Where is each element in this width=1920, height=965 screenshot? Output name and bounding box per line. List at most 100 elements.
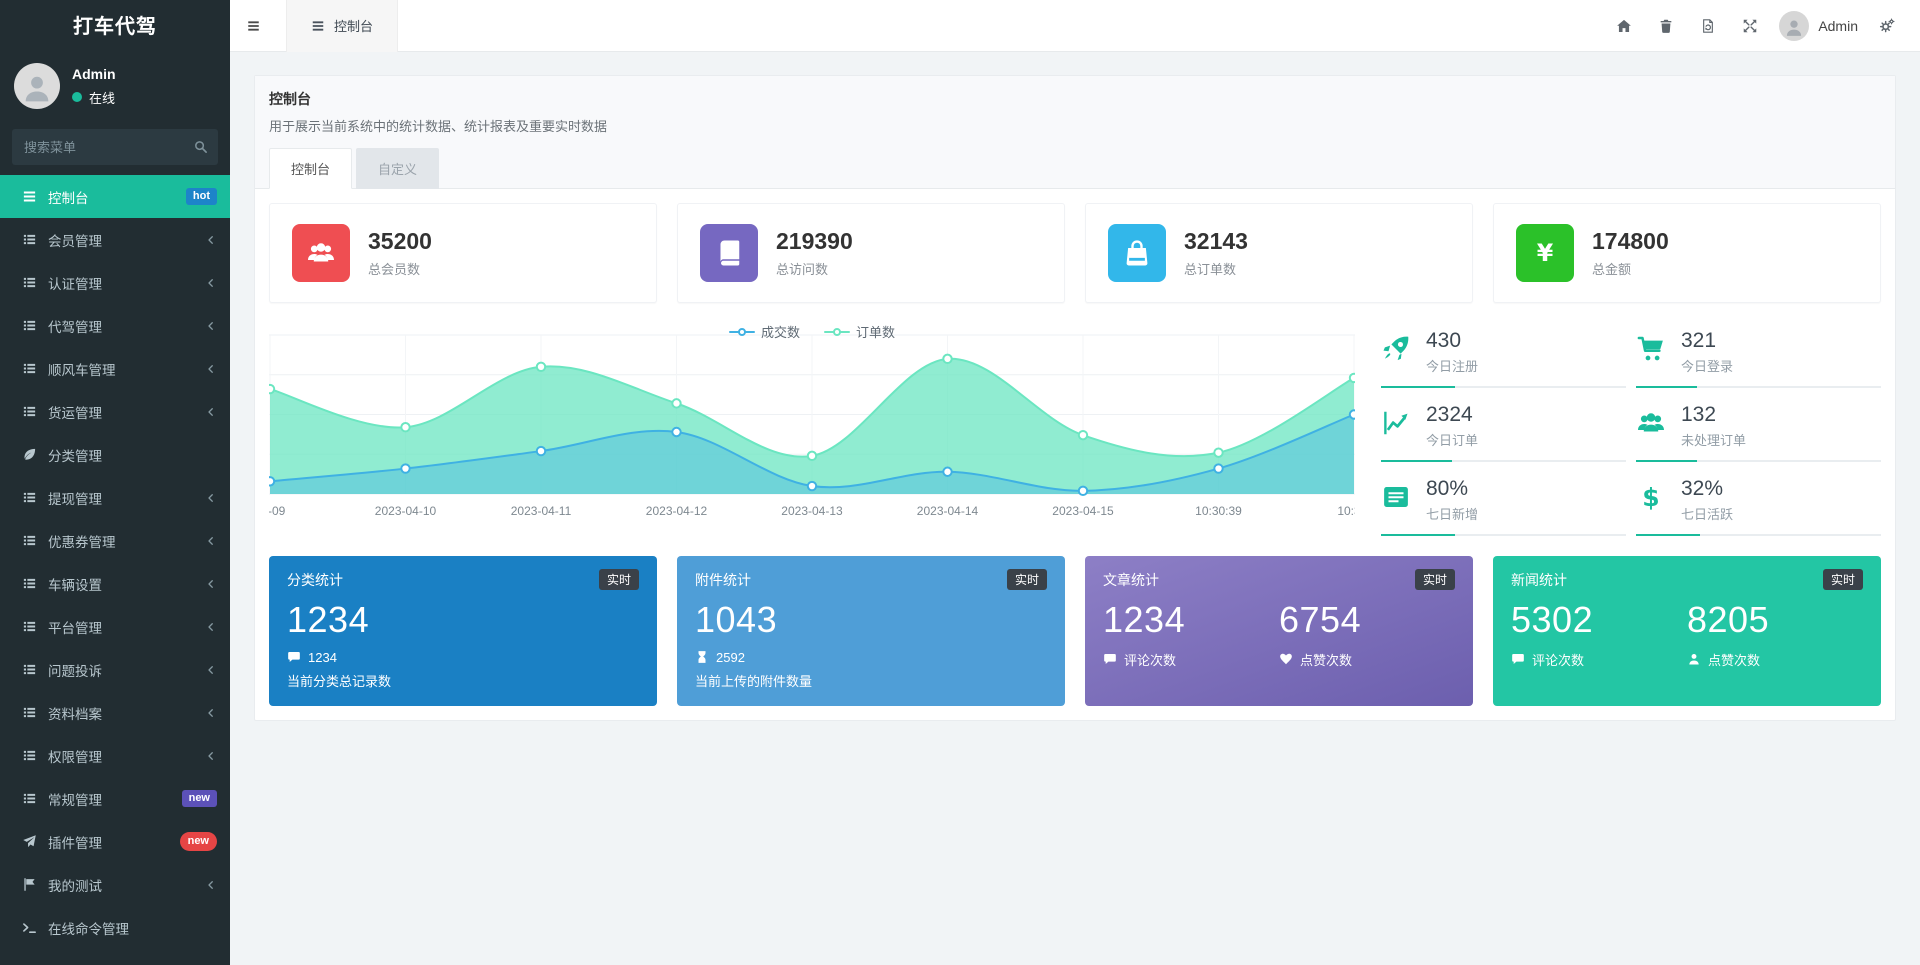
sidebar-item[interactable]: 在线命令管理 — [0, 906, 230, 949]
panel-body: 35200 总会员数 219390 总访问数 32143 总订单数 ¥ 1748… — [255, 189, 1895, 720]
stat-label: 总金额 — [1592, 259, 1669, 278]
list-icon — [22, 275, 37, 290]
svg-text:10:30:39: 10:30:39 — [1195, 504, 1242, 518]
summary-value: 1234 — [287, 599, 639, 640]
stat-tile: ¥ — [1516, 224, 1574, 282]
sidebar-item[interactable]: 会员管理 — [0, 218, 230, 261]
home-icon — [1616, 18, 1632, 34]
summary-metric-label: 1234 — [308, 650, 337, 665]
page-title: 控制台 — [269, 89, 1881, 109]
book-icon — [714, 238, 744, 268]
legend-label: 成交数 — [761, 322, 800, 341]
orders-chart[interactable]: 成交数 订单数 04-092023-04-102023-04-112023-04… — [269, 321, 1355, 527]
sidebar-item[interactable]: 权限管理 — [0, 734, 230, 777]
quick-stats-grid: 430 今日注册 321 今日登录 2324 今日订单 132 未处理订单 80… — [1381, 321, 1881, 536]
summary-value: 1234 — [1103, 599, 1279, 640]
chevron-left-icon — [205, 535, 217, 547]
summary-card-title: 新闻统计 — [1511, 570, 1567, 590]
quick-stat-value: 430 — [1426, 329, 1478, 352]
trash-button[interactable] — [1645, 0, 1687, 52]
page-subtitle: 用于展示当前系统中的统计数据、统计报表及重要实时数据 — [269, 116, 1881, 135]
svg-text:2023-04-12: 2023-04-12 — [646, 504, 708, 518]
sidebar-item[interactable]: 顺风车管理 — [0, 347, 230, 390]
svg-text:2023-04-10: 2023-04-10 — [375, 504, 437, 518]
sidebar-item[interactable]: 平台管理 — [0, 605, 230, 648]
comment-icon — [1511, 652, 1525, 666]
stat-label: 总访问数 — [776, 259, 853, 278]
realtime-badge: 实时 — [1415, 569, 1455, 590]
sidebar-item[interactable]: 插件管理new — [0, 820, 230, 863]
quick-stat-value: 32% — [1681, 477, 1733, 500]
sidebar-item-label: 代驾管理 — [48, 316, 205, 336]
summary-metric-label: 点赞次数 — [1300, 650, 1352, 669]
avatar — [1779, 11, 1809, 41]
svg-text:¥: ¥ — [1537, 239, 1554, 267]
topbar-user[interactable]: Admin — [1779, 11, 1858, 41]
quick-stat-label: 今日订单 — [1426, 430, 1478, 449]
summary-card: 分类统计 实时 1234 1234当前分类总记录数 — [269, 556, 657, 706]
tab-custom[interactable]: 自定义 — [356, 148, 439, 189]
summary-card: 附件统计 实时 1043 2592当前上传的附件数量 — [677, 556, 1065, 706]
sidebar-item[interactable]: 车辆设置 — [0, 562, 230, 605]
list-icon — [22, 404, 37, 419]
app-title: 打车代驾 — [0, 0, 230, 55]
sidebar-item[interactable]: 货运管理 — [0, 390, 230, 433]
chart-row: 成交数 订单数 04-092023-04-102023-04-112023-04… — [269, 321, 1881, 536]
stat-card: 32143 总订单数 — [1085, 203, 1473, 303]
user-status-label: 在线 — [89, 88, 115, 107]
sidebar-item[interactable]: 资料档案 — [0, 691, 230, 734]
sidebar-item[interactable]: 分类管理 — [0, 433, 230, 476]
clear-cache-button[interactable] — [1687, 0, 1729, 52]
stat-card-row: 35200 总会员数 219390 总访问数 32143 总订单数 ¥ 1748… — [269, 203, 1881, 303]
sidebar-item-label: 顺风车管理 — [48, 359, 205, 379]
page-content: 控制台 用于展示当前系统中的统计数据、统计报表及重要实时数据 控制台 自定义 3… — [230, 52, 1920, 965]
legend-item[interactable]: 成交数 — [729, 322, 800, 341]
summary-card-row: 分类统计 实时 1234 1234当前分类总记录数附件统计 实时 1043 25… — [269, 556, 1881, 706]
sidebar-item-label: 认证管理 — [48, 273, 205, 293]
panel-tabs: 控制台 自定义 — [269, 148, 1881, 189]
tab-console[interactable]: 控制台 — [269, 148, 352, 189]
expand-button[interactable] — [1729, 0, 1771, 52]
search-input[interactable] — [12, 129, 218, 165]
settings-button[interactable] — [1866, 0, 1908, 52]
news-icon — [1381, 482, 1411, 512]
sidebar-item[interactable]: 认证管理 — [0, 261, 230, 304]
sidebar-item[interactable]: 优惠券管理 — [0, 519, 230, 562]
list-icon — [22, 361, 37, 376]
chart-legend[interactable]: 成交数 订单数 — [269, 322, 1355, 341]
summary-value: 1043 — [695, 599, 1047, 640]
sidebar-item[interactable]: 常规管理new — [0, 777, 230, 820]
legend-item[interactable]: 订单数 — [824, 322, 895, 341]
sidebar-item-label: 货运管理 — [48, 402, 205, 422]
sidebar-item[interactable]: 代驾管理 — [0, 304, 230, 347]
summary-card-column: 5302 评论次数 — [1511, 599, 1687, 668]
quick-stat: 430 今日注册 — [1381, 325, 1626, 388]
home-button[interactable] — [1603, 0, 1645, 52]
sidebar-item[interactable]: 我的测试 — [0, 863, 230, 906]
svg-text:2023-04-13: 2023-04-13 — [781, 504, 843, 518]
summary-value: 5302 — [1511, 599, 1687, 640]
sidebar-menu: 控制台hot 会员管理认证管理代驾管理顺风车管理货运管理分类管理提现管理优惠券管理… — [0, 175, 230, 949]
online-dot-icon — [72, 92, 82, 102]
hamburger-button[interactable] — [230, 0, 276, 52]
stat-value: 35200 — [368, 228, 432, 254]
summary-card-columns: 1234 评论次数 6754 点赞次数 — [1103, 599, 1455, 668]
bag-icon — [1122, 238, 1152, 268]
user-status: 在线 — [72, 88, 116, 107]
sidebar-item-label: 插件管理 — [48, 832, 180, 852]
list-icon — [22, 662, 37, 677]
search-icon[interactable] — [193, 139, 208, 154]
sidebar-search — [12, 129, 218, 165]
progress-bar — [1636, 460, 1881, 462]
main-area: 控制台 Admin 控制台 用于展示当前系统中的统计数据、统计报表及重要实时数据… — [230, 0, 1920, 965]
summary-card-title: 附件统计 — [695, 570, 751, 590]
sidebar-item[interactable]: 问题投诉 — [0, 648, 230, 691]
svg-text:$: $ — [1642, 483, 1659, 512]
sidebar-item[interactable]: 提现管理 — [0, 476, 230, 519]
sidebar-item-label: 会员管理 — [48, 230, 205, 250]
sidebar-item[interactable]: 控制台hot — [0, 175, 230, 218]
summary-card-column: 1234 评论次数 — [1103, 599, 1279, 668]
svg-text:2023-04-11: 2023-04-11 — [511, 504, 572, 518]
topbar-tab-console[interactable]: 控制台 — [286, 0, 398, 52]
list-icon — [22, 232, 37, 247]
